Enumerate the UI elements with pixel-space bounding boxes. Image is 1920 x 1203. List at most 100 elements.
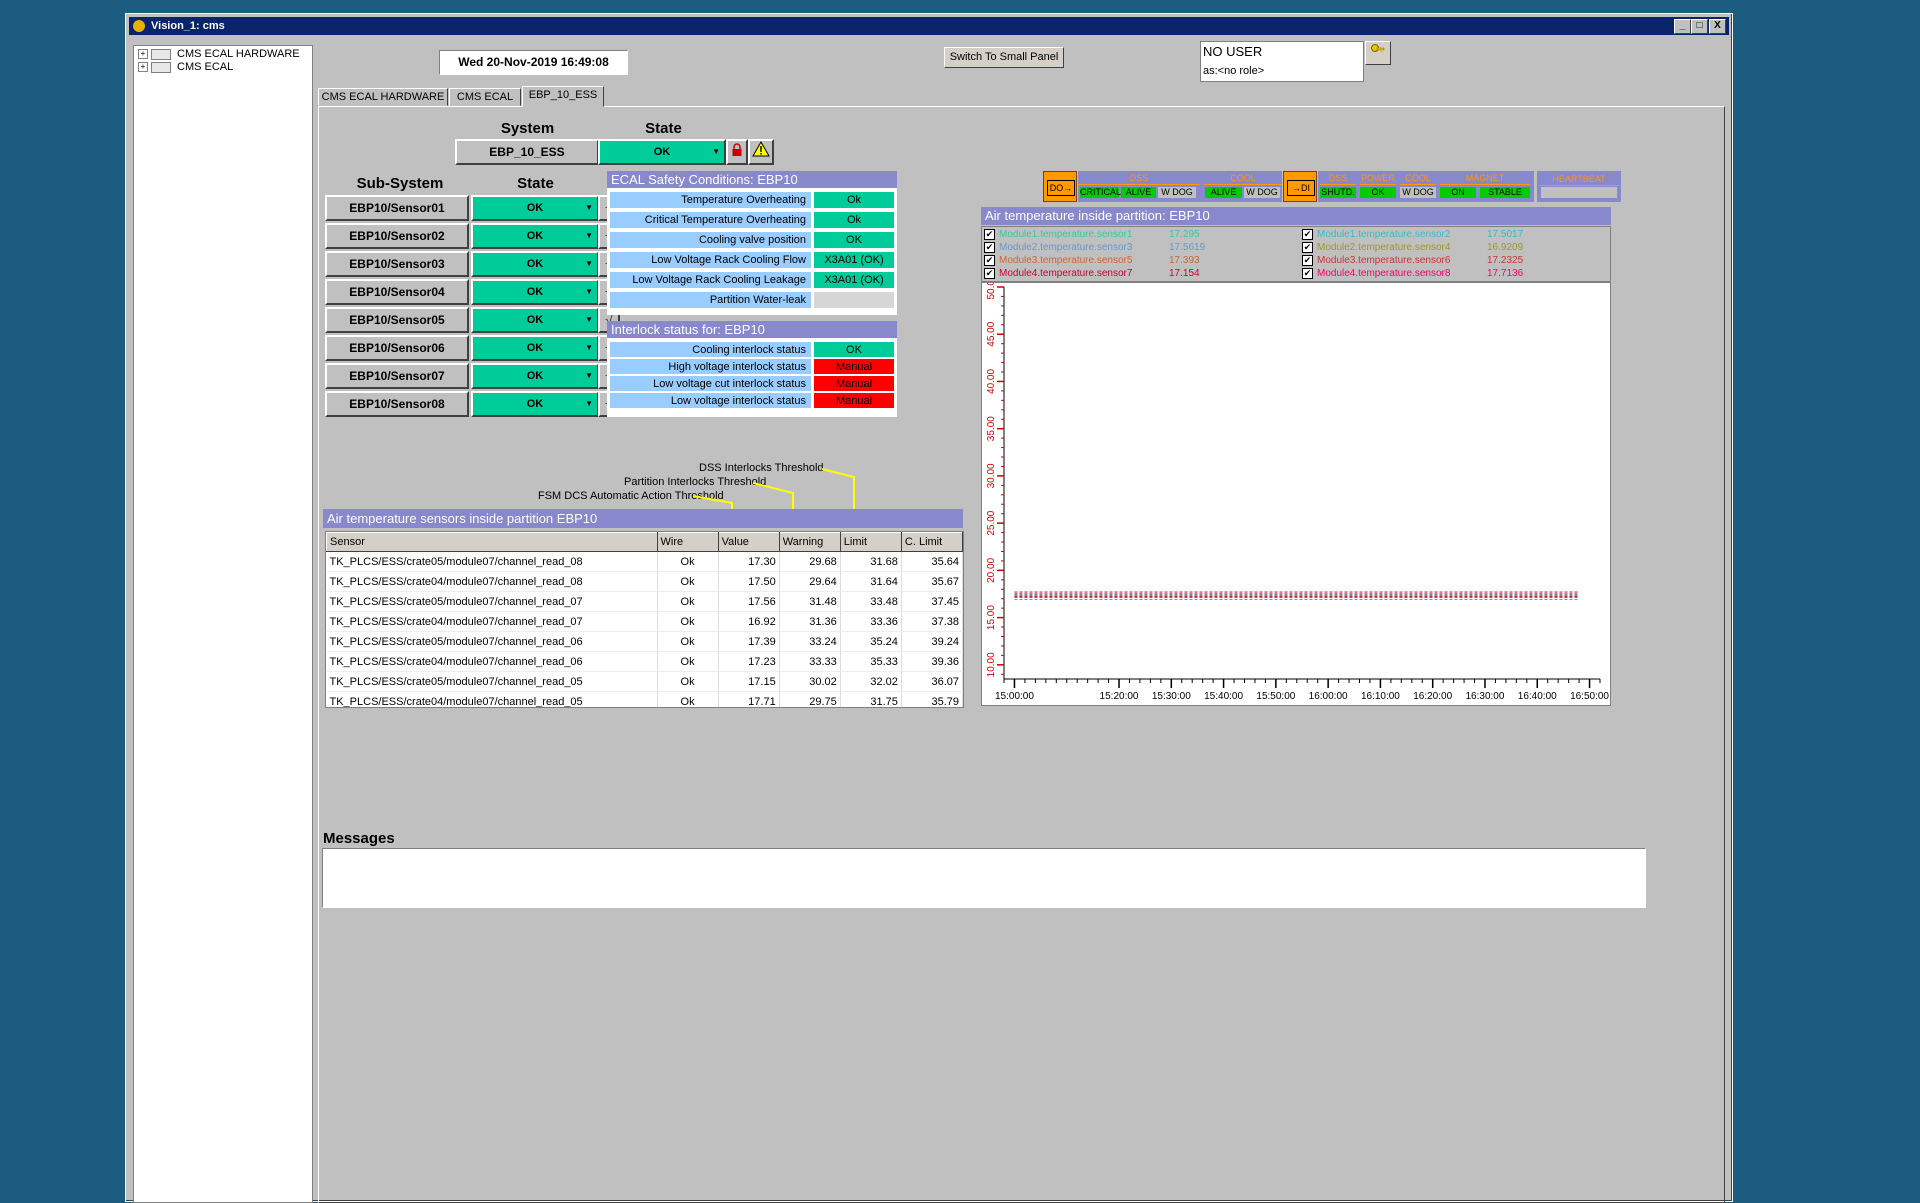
column-header-wire[interactable]: Wire: [656, 532, 719, 552]
warning-cell: 30.02: [779, 671, 841, 692]
chevron-down-icon: ▼: [585, 399, 593, 408]
legend-checkbox[interactable]: ✔: [1302, 242, 1313, 253]
sensors-table-pane[interactable]: Sensor Wire Value Warning Limit C. Limit…: [325, 531, 964, 708]
maximize-button[interactable]: □: [1691, 19, 1708, 34]
expand-icon[interactable]: +: [138, 49, 148, 60]
tree-item-cms-ecal-hardware[interactable]: + CMS ECAL HARDWARE: [138, 48, 300, 61]
x-tick-label: 16:50:00: [1570, 691, 1609, 702]
chevron-down-icon: ▼: [585, 287, 593, 296]
login-button[interactable]: [1365, 41, 1391, 65]
legend-item[interactable]: ✔ Module4.temperature.sensor7 17.154: [984, 268, 1200, 280]
subsystem-state-value: OK: [526, 258, 544, 270]
subsystem-state-value: OK: [526, 370, 544, 382]
wire-cell: Ok: [657, 591, 719, 612]
legend-item[interactable]: ✔ Module3.temperature.sensor6 17.2325: [1302, 255, 1523, 267]
table-row[interactable]: TK_PLCS/ESS/crate05/module07/channel_rea…: [326, 671, 963, 692]
subsystem-name[interactable]: EBP10/Sensor02: [325, 223, 469, 249]
table-row[interactable]: TK_PLCS/ESS/crate04/module07/channel_rea…: [326, 571, 963, 592]
window-titlebar[interactable]: Vision_1: cms _ □ X: [129, 17, 1729, 35]
table-row[interactable]: TK_PLCS/ESS/crate05/module07/channel_rea…: [326, 591, 963, 612]
heartbeat-title: HEARTBEAT: [1539, 174, 1619, 186]
tree-item-cms-ecal[interactable]: + CMS ECAL: [138, 61, 233, 74]
di-cool-wdog: W DOG: [1400, 187, 1436, 198]
window-title: Vision_1: cms: [151, 20, 225, 32]
limit-cell: 35.33: [840, 651, 902, 672]
legend-label: Module2.temperature.sensor3: [999, 242, 1133, 254]
sensor-cell: TK_PLCS/ESS/crate04/module07/channel_rea…: [326, 651, 658, 672]
system-state-dropdown[interactable]: OK ▼: [598, 139, 726, 165]
interlock-label: High voltage interlock status: [610, 359, 811, 374]
legend-item[interactable]: ✔ Module2.temperature.sensor4 16.9209: [1302, 242, 1523, 254]
system-name[interactable]: EBP_10_ESS: [455, 139, 599, 165]
table-row[interactable]: TK_PLCS/ESS/crate04/module07/channel_rea…: [326, 691, 963, 707]
plot-area[interactable]: 10.00 15.00 20.00 25.00 30.00 35.00 40.00 45.00…: [981, 274, 1611, 706]
sensor-cell: TK_PLCS/ESS/crate04/module07/channel_rea…: [326, 691, 658, 707]
legend-checkbox[interactable]: ✔: [1302, 268, 1313, 279]
minimize-button[interactable]: _: [1674, 19, 1691, 34]
lock-button[interactable]: [726, 139, 748, 165]
subsystem-state-dropdown[interactable]: OK ▼: [471, 223, 599, 249]
subsystem-state-dropdown[interactable]: OK ▼: [471, 251, 599, 277]
subsystem-state-dropdown[interactable]: OK ▼: [471, 195, 599, 221]
legend-item[interactable]: ✔ Module1.temperature.sensor2 17.5017: [1302, 229, 1523, 241]
wire-cell: Ok: [657, 551, 719, 572]
table-row[interactable]: TK_PLCS/ESS/crate04/module07/channel_rea…: [326, 611, 963, 632]
legend-item[interactable]: ✔ Module4.temperature.sensor8 17.7136: [1302, 268, 1523, 280]
safety-value: OK: [814, 232, 894, 248]
table-row[interactable]: TK_PLCS/ESS/crate05/module07/channel_rea…: [326, 631, 963, 652]
legend-checkbox[interactable]: ✔: [984, 255, 995, 266]
legend-item[interactable]: ✔ Module3.temperature.sensor5 17.393: [984, 255, 1200, 267]
x-tick-label: 16:30:00: [1466, 691, 1505, 702]
legend-label: Module3.temperature.sensor5: [999, 255, 1133, 267]
y-tick-label: 40.00: [986, 369, 997, 394]
subsystem-name[interactable]: EBP10/Sensor06: [325, 335, 469, 361]
expand-icon[interactable]: +: [138, 62, 148, 73]
sensor-cell: TK_PLCS/ESS/crate04/module07/channel_rea…: [326, 571, 658, 592]
subsystem-state-dropdown[interactable]: OK ▼: [471, 307, 599, 333]
subsystem-name[interactable]: EBP10/Sensor03: [325, 251, 469, 277]
subsystem-state-dropdown[interactable]: OK ▼: [471, 391, 599, 417]
safety-label: Low Voltage Rack Cooling Flow: [610, 252, 811, 268]
column-header-sensor[interactable]: Sensor: [326, 532, 658, 552]
subsystem-state-dropdown[interactable]: OK ▼: [471, 335, 599, 361]
subsystem-name[interactable]: EBP10/Sensor04: [325, 279, 469, 305]
tab-cms-ecal[interactable]: CMS ECAL: [449, 88, 521, 106]
table-row[interactable]: TK_PLCS/ESS/crate05/module07/channel_rea…: [326, 551, 963, 572]
legend-checkbox[interactable]: ✔: [984, 242, 995, 253]
legend-checkbox[interactable]: ✔: [984, 229, 995, 240]
legend-checkbox[interactable]: ✔: [1302, 255, 1313, 266]
x-tick-label: 16:20:00: [1413, 691, 1452, 702]
messages-pane[interactable]: [322, 848, 1646, 908]
legend-checkbox[interactable]: ✔: [1302, 229, 1313, 240]
close-button[interactable]: X: [1709, 19, 1726, 34]
subsystem-state-dropdown[interactable]: OK ▼: [471, 279, 599, 305]
column-header-c-limit[interactable]: C. Limit: [900, 532, 963, 552]
x-tick-label: 16:40:00: [1518, 691, 1557, 702]
column-header-value[interactable]: Value: [717, 532, 780, 552]
date-time-display: Wed 20-Nov-2019 16:49:08: [439, 50, 628, 75]
legend-item[interactable]: ✔ Module2.temperature.sensor3 17.5619: [984, 242, 1205, 254]
temperature-plot[interactable]: 10.00 15.00 20.00 25.00 30.00 35.00 40.00 45.00…: [982, 274, 1610, 705]
subsystem-name[interactable]: EBP10/Sensor01: [325, 195, 469, 221]
column-header-limit[interactable]: Limit: [839, 532, 902, 552]
column-header-warning[interactable]: Warning: [778, 532, 841, 552]
wire-cell: Ok: [657, 571, 719, 592]
c-limit-cell: 39.24: [901, 631, 963, 652]
safety-label: Temperature Overheating: [610, 192, 811, 208]
switch-small-panel-button[interactable]: Switch To Small Panel: [944, 47, 1064, 68]
main-window: Vision_1: cms _ □ X + CMS ECAL HARDWARE +…: [125, 13, 1733, 1203]
legend-item[interactable]: ✔ Module1.temperature.sensor1 17.295: [984, 229, 1200, 241]
legend-checkbox[interactable]: ✔: [984, 268, 995, 279]
subsystem-name[interactable]: EBP10/Sensor08: [325, 391, 469, 417]
chevron-down-icon: ▼: [585, 231, 593, 240]
tab-ebp-10-ess[interactable]: EBP_10_ESS: [522, 86, 604, 107]
subsystem-name[interactable]: EBP10/Sensor07: [325, 363, 469, 389]
navigation-tree[interactable]: + CMS ECAL HARDWARE + CMS ECAL: [133, 45, 313, 1203]
warning-button[interactable]: [748, 139, 774, 165]
di-magnet-stable: STABLE: [1480, 187, 1530, 198]
subsystem-state-dropdown[interactable]: OK ▼: [471, 363, 599, 389]
arrow-right-icon: →: [1292, 183, 1301, 193]
table-row[interactable]: TK_PLCS/ESS/crate04/module07/channel_rea…: [326, 651, 963, 672]
tab-cms-ecal-hardware[interactable]: CMS ECAL HARDWARE: [318, 88, 448, 106]
subsystem-name[interactable]: EBP10/Sensor05: [325, 307, 469, 333]
